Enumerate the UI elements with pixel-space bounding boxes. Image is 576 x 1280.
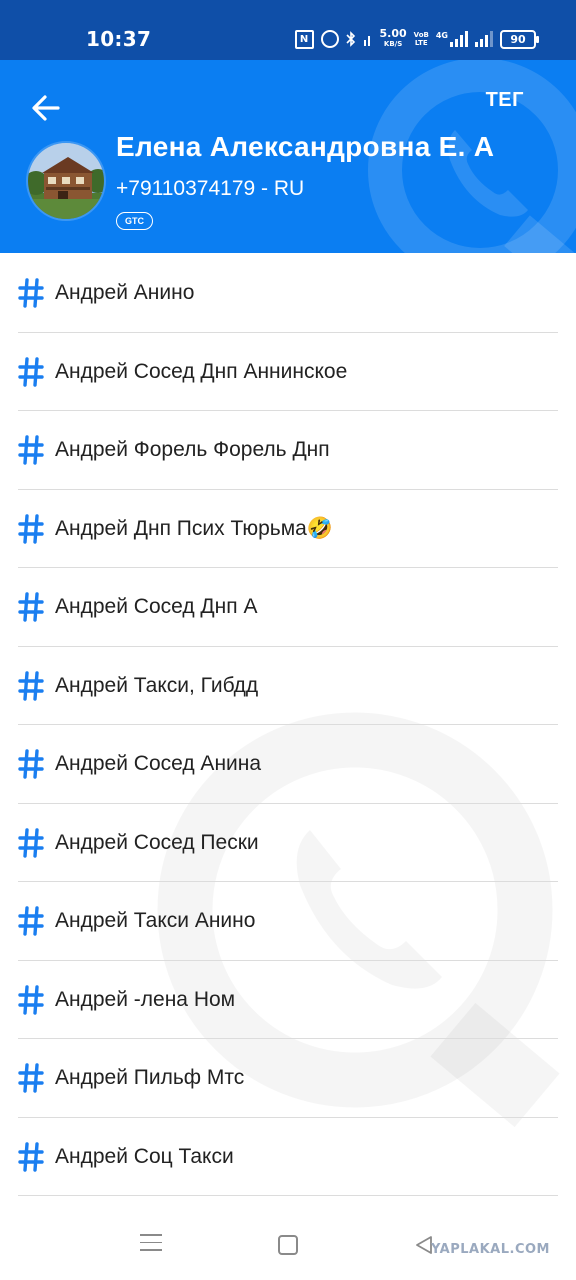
hashtag-icon xyxy=(18,1063,44,1093)
tag-list-item[interactable]: Андрей Пильф Мтс xyxy=(0,1039,576,1118)
contact-avatar xyxy=(26,141,106,221)
tag-label: Андрей Такси, Гибдд xyxy=(55,673,259,697)
hashtag-icon xyxy=(18,356,44,387)
status-icons: N 5.00 KB/S VoB LTE 4G 90 xyxy=(294,28,539,50)
tag-list-item[interactable]: Андрей Соц Такси xyxy=(0,1118,576,1196)
tag-button[interactable]: ТЕГ xyxy=(486,89,524,112)
tag-label: Андрей Днп Псих Тюрьма🤣 xyxy=(55,516,334,540)
contact-name: Елена Александровна Е. А xyxy=(116,131,495,162)
sim-signal-icon xyxy=(363,36,370,46)
operator-badge: GTC xyxy=(116,212,153,230)
signal-bars-2-icon xyxy=(475,31,493,47)
alarm-icon xyxy=(320,30,339,48)
network-speed: 5.00 KB/S xyxy=(380,28,407,49)
tag-list-item[interactable]: Андрей Такси, Гибдд xyxy=(0,647,576,725)
tag-list-item[interactable]: Андрей Сосед Днп А xyxy=(0,568,576,647)
contact-phone: +79110374179 - RU xyxy=(116,177,305,200)
hashtag-icon xyxy=(18,592,44,622)
hashtag-icon xyxy=(18,278,44,308)
tag-list-item[interactable]: Андрей -лена Ном xyxy=(0,961,576,1039)
hashtag-icon xyxy=(18,749,44,779)
tag-label: Андрей Сосед Днп А xyxy=(55,595,258,618)
volte-indicator: VoB LTE xyxy=(414,31,429,47)
tag-label: Андрей -лена Ном xyxy=(55,987,236,1011)
status-time: 10:37 xyxy=(86,27,152,51)
tag-label: Андрей Сосед Днп Аннинское xyxy=(55,359,348,383)
nfc-icon: N xyxy=(294,29,314,49)
volte-bottom: LTE xyxy=(414,39,428,47)
bluetooth-icon xyxy=(345,31,355,47)
hashtag-icon xyxy=(18,670,44,701)
contact-header: ТЕГ Елена Александровна Е. А +7911037417… xyxy=(0,60,576,253)
menu-icon[interactable] xyxy=(140,1234,162,1256)
tag-label: Андрей Пильф Мтс xyxy=(55,1066,245,1089)
hashtag-icon xyxy=(18,513,44,544)
hashtag-icon xyxy=(18,906,44,936)
tag-list-item[interactable]: Андрей Такси Анино xyxy=(0,882,576,961)
tag-label: Андрей Сосед Анина xyxy=(55,752,262,775)
tag-list-item[interactable]: Андрей Днп Псих Тюрьма🤣 xyxy=(0,490,576,568)
back-arrow-icon[interactable] xyxy=(28,90,64,126)
tag-list-item[interactable]: Андрей Анино xyxy=(0,254,576,333)
hashtag-icon xyxy=(18,435,44,465)
tag-label: Андрей Такси Анино xyxy=(55,909,256,932)
tag-label: Андрей Сосед Пески xyxy=(55,830,259,854)
site-watermark: YAPLAKAL.COM xyxy=(431,1242,550,1257)
speed-unit: KB/S xyxy=(383,40,403,48)
tag-list: Андрей Анино Андрей Сосед Днп Аннинское Ан… xyxy=(0,254,576,1196)
status-bar: 10:37 N 5.00 KB/S VoB LTE 4G 90 xyxy=(0,0,576,60)
tag-label: Андрей Соц Такси xyxy=(55,1144,234,1168)
house-photo xyxy=(28,143,104,219)
tag-list-item[interactable]: Андрей Сосед Днп Аннинское xyxy=(0,333,576,411)
hashtag-icon xyxy=(18,984,44,1015)
home-square-icon[interactable] xyxy=(278,1235,298,1255)
battery-icon: 90 xyxy=(500,29,539,49)
volte-top: VoB xyxy=(413,31,429,39)
tag-label: Андрей Анино xyxy=(55,281,195,304)
tag-list-item[interactable]: Андрей Форель Форель Днп xyxy=(0,411,576,490)
divider xyxy=(18,1195,558,1196)
hashtag-icon xyxy=(18,827,44,858)
tag-list-item[interactable]: Андрей Сосед Пески xyxy=(0,804,576,882)
tag-list-item[interactable]: Андрей Сосед Анина xyxy=(0,725,576,804)
signal-bars-icon xyxy=(450,31,468,47)
network-type: 4G xyxy=(435,31,448,40)
hashtag-icon xyxy=(18,1141,44,1172)
tag-label: Андрей Форель Форель Днп xyxy=(55,438,330,461)
network-4g-signal: 4G xyxy=(436,31,468,47)
